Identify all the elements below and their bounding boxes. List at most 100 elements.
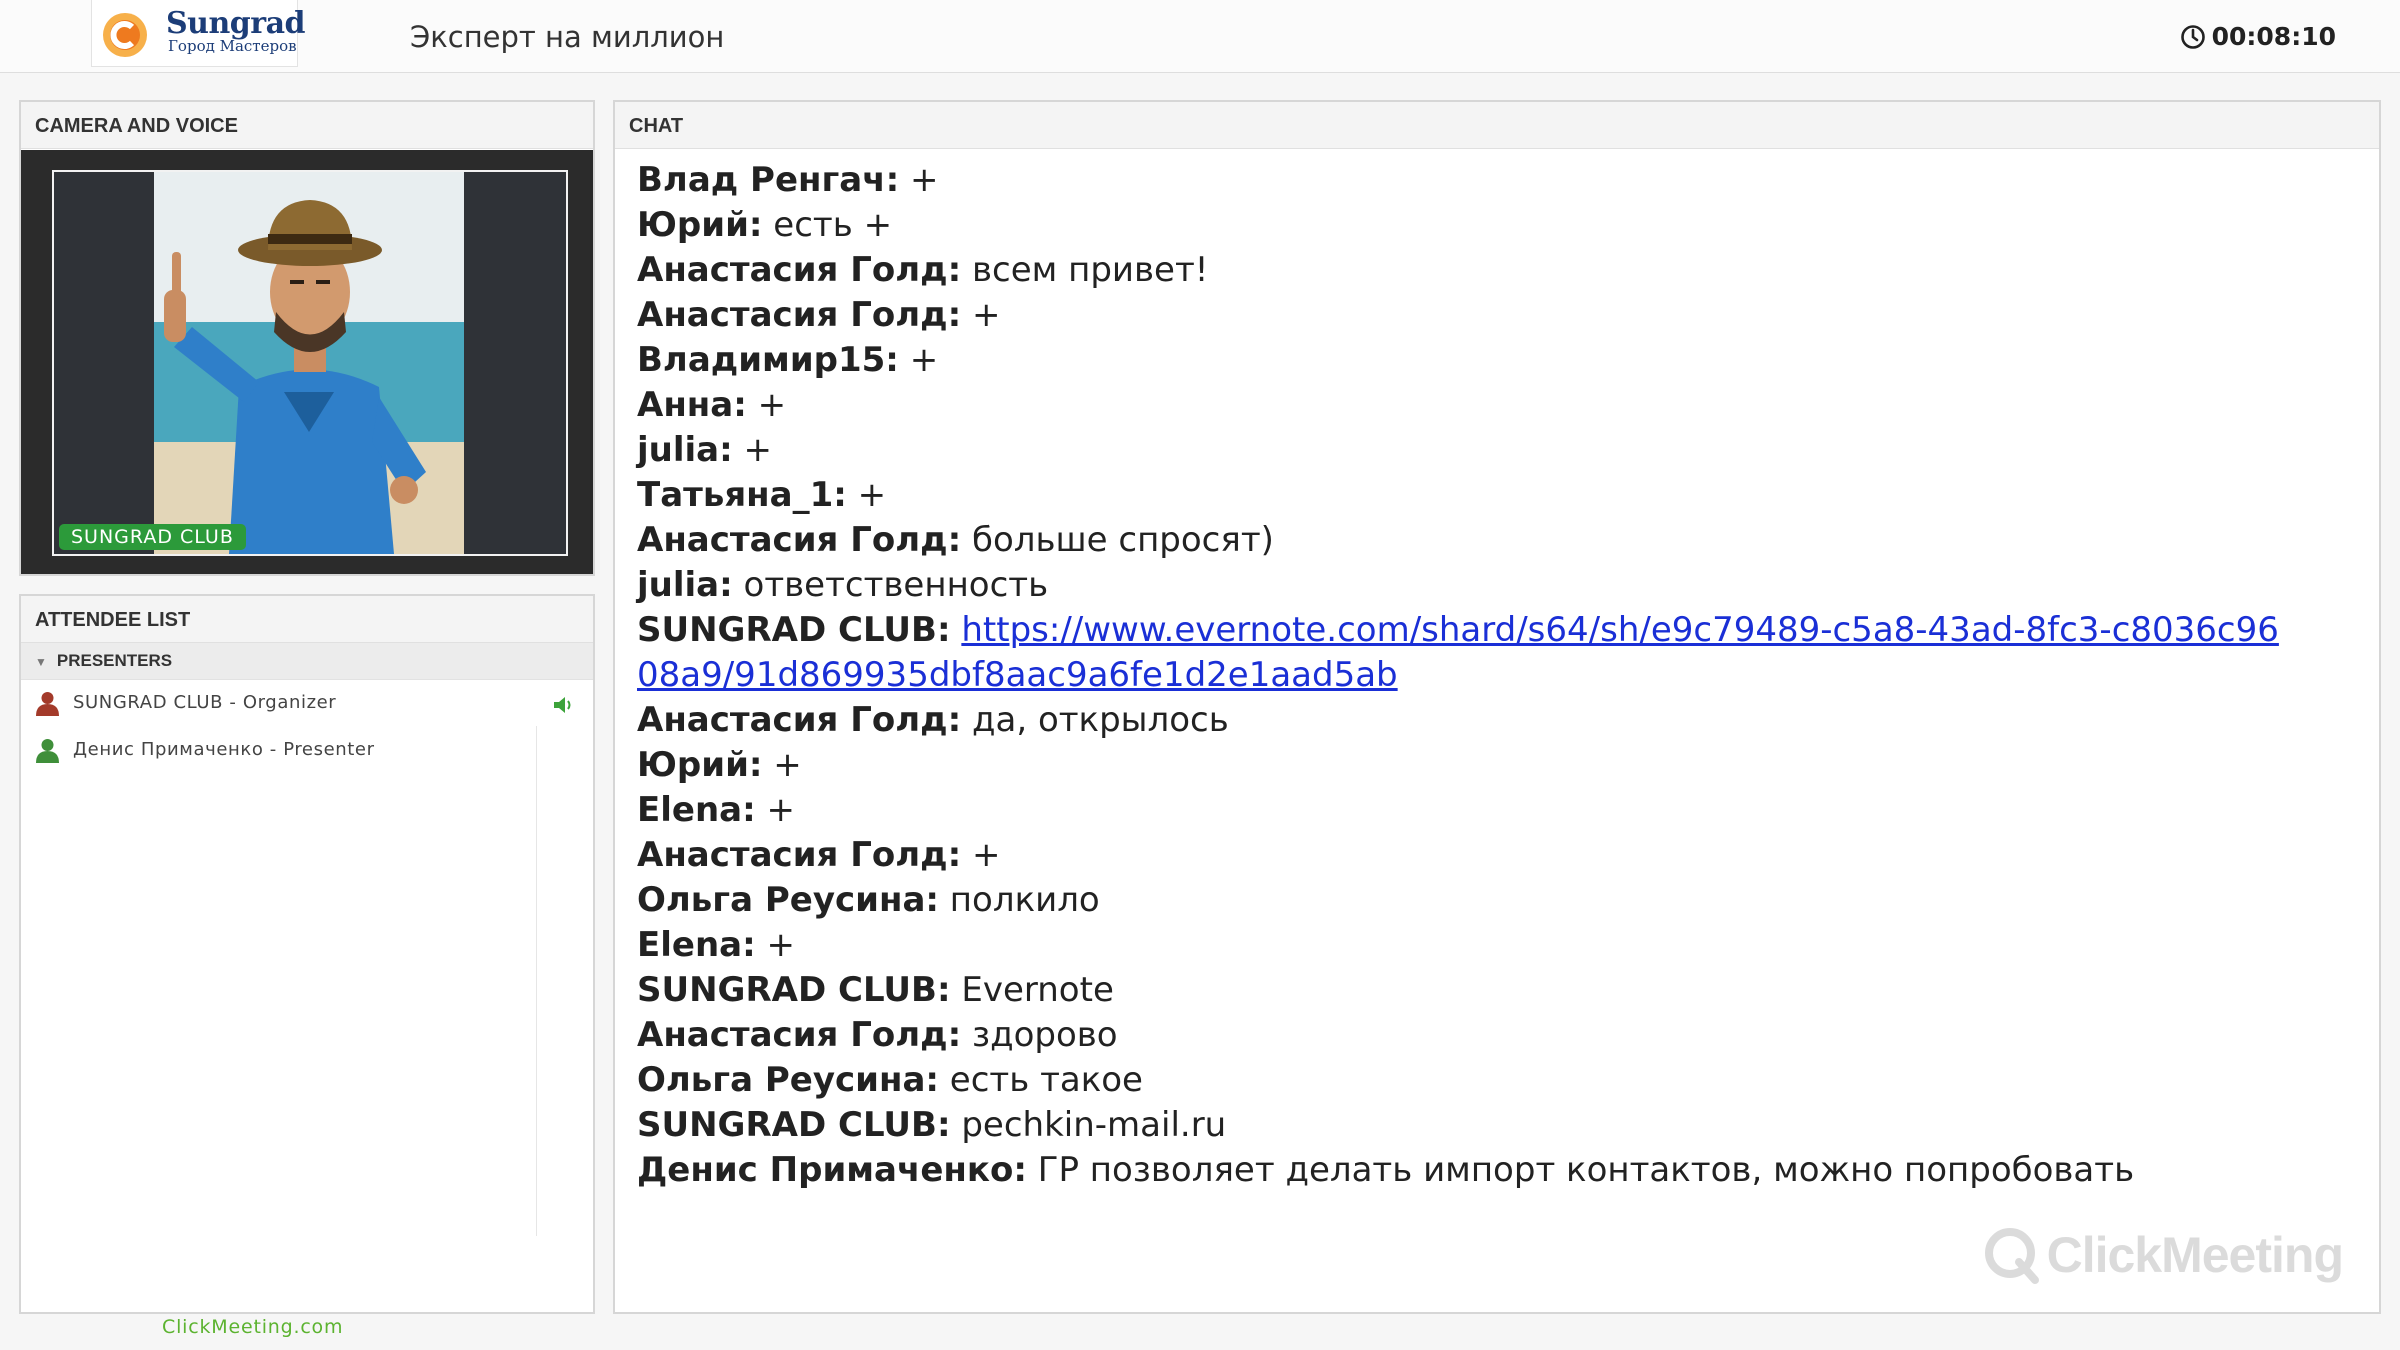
attendee-list-title: ATTENDEE LIST	[21, 596, 593, 643]
chat-message-text: +	[755, 925, 795, 965]
chat-message: Ольга Реусина: полкило	[637, 878, 2289, 923]
session-timer: 00:08:10	[2180, 22, 2336, 51]
camera-panel: CAMERA AND VOICE SUNGRAD CLUB	[19, 100, 595, 576]
chat-message-text: да, открылось	[961, 700, 1229, 740]
chat-message-author: julia:	[637, 565, 733, 605]
chat-message-author: Анастасия Голд:	[637, 520, 962, 560]
chat-message-text: ответственность	[732, 565, 1049, 605]
video-area: SUNGRAD CLUB	[21, 150, 593, 574]
logo-name: Sungrad	[166, 6, 306, 41]
chat-messages: Влад Ренгач: + Юрий: есть + Анастасия Голд…	[637, 158, 2289, 1193]
chat-panel-title: CHAT	[615, 102, 2379, 149]
chat-message-text: +	[732, 430, 773, 470]
attendee-list-panel: ATTENDEE LIST ▼ PRESENTERS SUNGRAD CLUB -…	[19, 594, 595, 1314]
chat-message: Юрий: есть +	[637, 203, 2289, 248]
chat-message-author: Влад Ренгач:	[637, 160, 900, 200]
chat-message-text: pechkin-mail.ru	[950, 1105, 1227, 1145]
timer-value: 00:08:10	[2211, 22, 2336, 51]
chat-message-author: Анастасия Голд:	[637, 835, 962, 875]
chat-message: SUNGRAD CLUB: pechkin-mail.ru	[637, 1103, 2289, 1148]
presenters-group-toggle[interactable]: ▼ PRESENTERS	[21, 643, 593, 680]
chat-message-author: SUNGRAD CLUB:	[637, 970, 951, 1010]
chat-message-author: Анастасия Голд:	[637, 250, 962, 290]
chat-message: Анна: +	[637, 383, 2289, 428]
chat-message-author: Анастасия Голд:	[637, 700, 962, 740]
video-feed-image	[54, 172, 566, 554]
chat-message-author: Владимир15:	[637, 340, 899, 380]
clickmeeting-logo-icon	[1984, 1228, 2039, 1284]
chat-message-text	[951, 610, 962, 650]
chat-message-text: +	[961, 295, 1001, 335]
presenter-icon	[36, 739, 59, 763]
sun-logo-icon	[103, 13, 147, 57]
chat-message-text: ГР позволяет делать импорт контактов, мо…	[1026, 1150, 2135, 1190]
clock-icon	[2180, 24, 2205, 49]
list-divider	[536, 726, 537, 1236]
attendee-item-organizer[interactable]: SUNGRAD CLUB - Organizer	[21, 680, 521, 727]
clickmeeting-watermark: ClickMeeting	[1983, 1226, 2344, 1284]
chat-message-text: +	[846, 475, 887, 515]
chat-message-author: julia:	[637, 430, 733, 470]
chat-message: julia: ответственность	[637, 563, 2289, 608]
chat-message: Денис Примаченко: ГР позволяет делать им…	[637, 1148, 2289, 1193]
chat-message-text: есть такое	[939, 1060, 1143, 1100]
chat-message-text: всем привет!	[961, 250, 1209, 290]
chat-message-author: Денис Примаченко:	[637, 1150, 1027, 1190]
chat-message: Анастасия Голд: +	[637, 833, 2289, 878]
chat-message-text: +	[961, 835, 1001, 875]
chat-message-text: +	[746, 385, 787, 425]
attendee-item-presenter[interactable]: Денис Примаченко - Presenter	[21, 727, 521, 774]
chat-message-text: полкило	[939, 880, 1100, 920]
presenters-group-label: PRESENTERS	[56, 651, 173, 670]
chat-message: Ольга Реусина: есть такое	[637, 1058, 2289, 1103]
chat-message: Анастасия Голд: здорово	[637, 1013, 2289, 1058]
chat-message: Владимир15: +	[637, 338, 2289, 383]
chat-message-author: SUNGRAD CLUB:	[637, 610, 951, 650]
chat-message: Влад Ренгач: +	[637, 158, 2289, 203]
attendee-name: SUNGRAD CLUB - Organizer	[73, 692, 337, 713]
chat-message-author: Анастасия Голд:	[637, 295, 962, 335]
chat-message: Анастасия Голд: +	[637, 293, 2289, 338]
attendee-name: Денис Примаченко - Presenter	[73, 739, 375, 760]
chat-message: SUNGRAD CLUB: Evernote	[637, 968, 2289, 1013]
chat-message-text: +	[899, 160, 939, 200]
watermark-text: ClickMeeting	[2046, 1227, 2344, 1283]
camera-panel-title: CAMERA AND VOICE	[21, 102, 593, 149]
chat-message: Elena: +	[637, 923, 2289, 968]
chat-message: julia: +	[637, 428, 2289, 473]
chat-panel: CHAT Влад Ренгач: + Юрий: есть + Анастасия…	[613, 100, 2381, 1314]
chat-message-text: +	[755, 790, 795, 830]
chat-message-text: здорово	[961, 1015, 1118, 1055]
sungrad-logo: Sungrad Город Мастеров	[91, 0, 306, 67]
organizer-icon	[36, 692, 59, 716]
chat-message-text: +	[762, 745, 802, 785]
logo-subtitle: Город Мастеров	[168, 37, 297, 55]
chat-message-author: Elena:	[637, 790, 756, 830]
collapse-triangle-icon: ▼	[35, 655, 47, 669]
chat-message-text: Evernote	[950, 970, 1114, 1010]
meeting-title: Эксперт на миллион	[410, 20, 725, 54]
chat-message-text: есть +	[762, 205, 893, 245]
chat-message-text: больше спросят)	[961, 520, 1274, 560]
chat-message-author: Юрий:	[637, 205, 763, 245]
top-bar: Sungrad Город Мастеров Эксперт на миллио…	[0, 0, 2400, 73]
chat-message: Анастасия Голд: всем привет!	[637, 248, 2289, 293]
chat-message-author: Анастасия Голд:	[637, 1015, 962, 1055]
clickmeeting-footer-link[interactable]: ClickMeeting.com	[162, 1316, 343, 1338]
chat-message-author: Ольга Реусина:	[637, 880, 939, 920]
chat-message-author: Татьяна_1:	[637, 475, 847, 515]
chat-message: Татьяна_1: +	[637, 473, 2289, 518]
chat-message-author: Ольга Реусина:	[637, 1060, 939, 1100]
chat-message: Анастасия Голд: да, открылось	[637, 698, 2289, 743]
chat-message-author: Анна:	[637, 385, 747, 425]
chat-message-author: SUNGRAD CLUB:	[637, 1105, 951, 1145]
speaker-active-icon[interactable]	[552, 694, 574, 716]
chat-message-author: Юрий:	[637, 745, 763, 785]
presenter-video[interactable]: SUNGRAD CLUB	[52, 170, 568, 556]
chat-message: Юрий: +	[637, 743, 2289, 788]
chat-message: SUNGRAD CLUB: https://www.evernote.com/s…	[637, 608, 2289, 698]
chat-message: Elena: +	[637, 788, 2289, 833]
chat-message-text: +	[898, 340, 939, 380]
video-name-badge: SUNGRAD CLUB	[59, 524, 246, 550]
chat-message: Анастасия Голд: больше спросят)	[637, 518, 2289, 563]
